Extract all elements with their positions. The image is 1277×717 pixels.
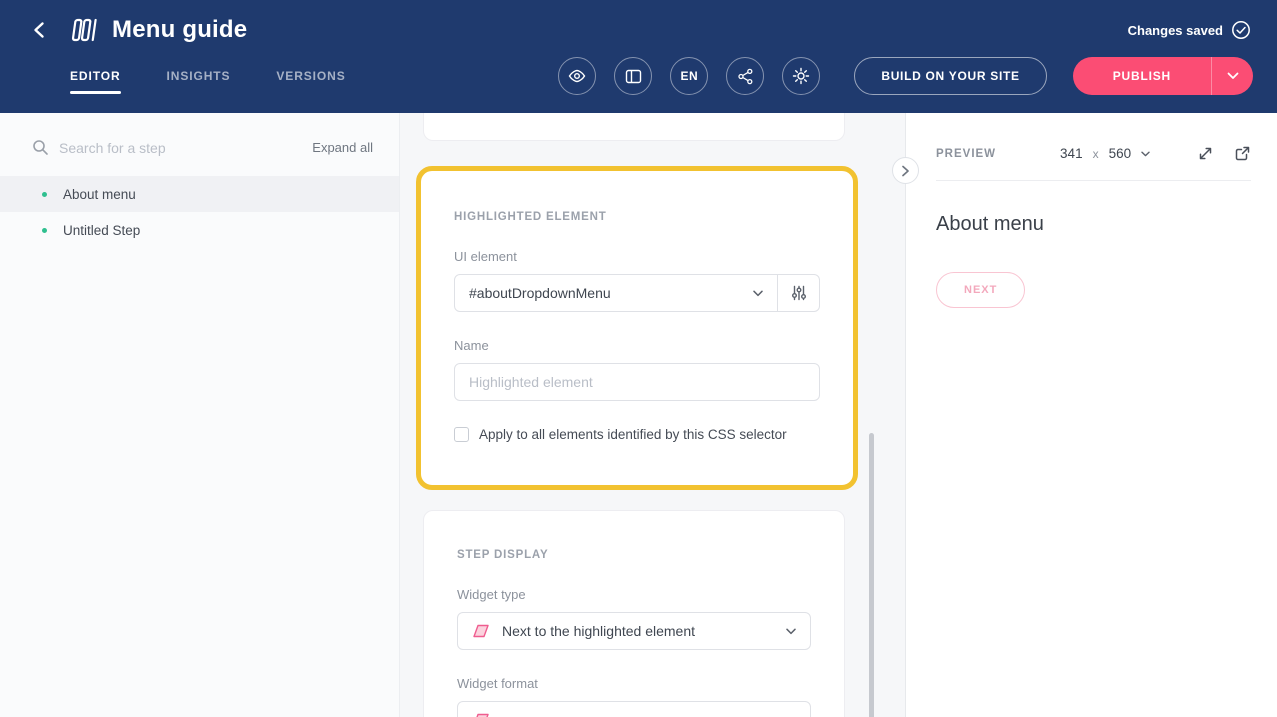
- highlighted-element-card: HIGHLIGHTED ELEMENT UI element #aboutDro…: [416, 166, 858, 490]
- widget-type-icon: [472, 623, 490, 639]
- list-item-step-about-menu[interactable]: About menu: [0, 176, 399, 212]
- app-logo-icon: [70, 17, 100, 43]
- status-badge: Changes saved: [1128, 20, 1251, 40]
- preview-actions: [1197, 145, 1251, 162]
- widget-type-select-row: Next to the highlighted element: [457, 612, 811, 650]
- widget-format-select[interactable]: [457, 701, 811, 717]
- share-button[interactable]: [726, 57, 764, 95]
- widget-format-label: Widget format: [457, 676, 811, 691]
- list-item-step-untitled[interactable]: Untitled Step: [0, 212, 399, 248]
- preview-height-value: 560: [1109, 146, 1132, 161]
- content-row: Expand all About menu Untitled Step HIGH…: [0, 113, 1277, 717]
- ui-element-value: #aboutDropdownMenu: [469, 285, 753, 301]
- header-top-row: Menu guide Changes saved: [0, 0, 1277, 46]
- share-icon: [737, 68, 754, 85]
- app-header: Menu guide Changes saved EDITOR INSIGHTS…: [0, 0, 1277, 113]
- step-editor-canvas: HIGHLIGHTED ELEMENT UI element #aboutDro…: [400, 113, 905, 717]
- apply-all-checkbox-label: Apply to all elements identified by this…: [479, 427, 787, 442]
- expand-all-link[interactable]: Expand all: [312, 140, 373, 155]
- eye-icon: [568, 67, 586, 85]
- preview-eye-button[interactable]: [558, 57, 596, 95]
- widget-type-value: Next to the highlighted element: [502, 623, 786, 639]
- editor-scrollbar[interactable]: [869, 433, 874, 717]
- ui-element-label: UI element: [454, 249, 820, 264]
- chevron-down-icon: [753, 290, 763, 297]
- widget-format-icon: [472, 712, 490, 717]
- header-tabs: EDITOR INSIGHTS VERSIONS: [70, 46, 346, 106]
- header-bottom-row: EDITOR INSIGHTS VERSIONS EN: [0, 46, 1277, 106]
- section-title: STEP DISPLAY: [457, 549, 811, 561]
- status-text: Changes saved: [1128, 23, 1223, 38]
- tab-editor[interactable]: EDITOR: [70, 46, 121, 106]
- preview-header: PREVIEW 341 x 560: [936, 145, 1251, 181]
- card-previous-partial: [423, 113, 845, 141]
- layout-button[interactable]: [614, 57, 652, 95]
- step-label: Untitled Step: [63, 223, 140, 238]
- tab-versions[interactable]: VERSIONS: [276, 46, 345, 106]
- step-search-row: Expand all: [0, 113, 399, 176]
- widget-type-select[interactable]: Next to the highlighted element: [457, 612, 811, 650]
- step-search-input[interactable]: [59, 140, 302, 156]
- expand-arrows-icon: [1197, 145, 1214, 162]
- publish-button[interactable]: PUBLISH: [1073, 57, 1211, 95]
- steps-list: About menu Untitled Step: [0, 176, 399, 248]
- chevron-right-icon: [901, 165, 910, 177]
- preview-panel: PREVIEW 341 x 560: [905, 113, 1277, 717]
- name-label: Name: [454, 338, 820, 353]
- collapse-preview-button[interactable]: [892, 157, 919, 184]
- widget-format-select-row: [457, 701, 811, 717]
- external-link-icon: [1234, 145, 1251, 162]
- language-button[interactable]: EN: [670, 57, 708, 95]
- open-in-new-window-button[interactable]: [1234, 145, 1251, 162]
- apply-all-checkbox-row: Apply to all elements identified by this…: [454, 427, 820, 442]
- fullscreen-preview-button[interactable]: [1197, 145, 1214, 162]
- app-window: Menu guide Changes saved EDITOR INSIGHTS…: [0, 0, 1277, 717]
- language-label: EN: [680, 69, 698, 83]
- preview-body: About menu NEXT: [906, 181, 1277, 340]
- step-status-dot: [42, 228, 47, 233]
- step-label: About menu: [63, 187, 136, 202]
- section-title: HIGHLIGHTED ELEMENT: [454, 211, 820, 223]
- preview-width-value: 341: [1060, 146, 1083, 161]
- preview-step-heading: About menu: [936, 213, 1247, 236]
- publish-button-group: PUBLISH: [1073, 57, 1253, 95]
- size-separator: x: [1093, 147, 1099, 161]
- preview-size-select[interactable]: 341 x 560: [1060, 146, 1150, 161]
- widget-type-label: Widget type: [457, 587, 811, 602]
- apply-all-checkbox[interactable]: [454, 427, 469, 442]
- ui-element-select[interactable]: #aboutDropdownMenu: [454, 274, 778, 312]
- header-icon-buttons: EN: [558, 57, 820, 95]
- search-icon: [32, 139, 49, 156]
- highlighted-element-name-input[interactable]: [454, 363, 820, 401]
- chevron-down-icon: [786, 628, 796, 635]
- tab-insights[interactable]: INSIGHTS: [167, 46, 231, 106]
- next-button[interactable]: NEXT: [936, 272, 1025, 308]
- layout-icon: [625, 68, 642, 85]
- step-status-dot: [42, 192, 47, 197]
- ui-element-select-row: #aboutDropdownMenu: [454, 274, 820, 312]
- step-display-card: STEP DISPLAY Widget type Next to the hig…: [423, 510, 845, 717]
- selector-settings-button[interactable]: [778, 274, 820, 312]
- build-on-your-site-button[interactable]: BUILD ON YOUR SITE: [854, 57, 1046, 95]
- settings-button[interactable]: [782, 57, 820, 95]
- back-chevron-icon: [30, 20, 50, 40]
- gear-icon: [792, 67, 810, 85]
- back-button[interactable]: [26, 16, 54, 44]
- chevron-down-icon: [1227, 72, 1239, 80]
- check-circle-icon: [1231, 20, 1251, 40]
- publish-dropdown-button[interactable]: [1211, 57, 1253, 95]
- sliders-icon: [791, 285, 807, 301]
- page-title: Menu guide: [112, 16, 247, 44]
- chevron-down-icon: [1141, 151, 1150, 157]
- steps-sidebar: Expand all About menu Untitled Step: [0, 113, 400, 717]
- preview-title: PREVIEW: [936, 148, 996, 160]
